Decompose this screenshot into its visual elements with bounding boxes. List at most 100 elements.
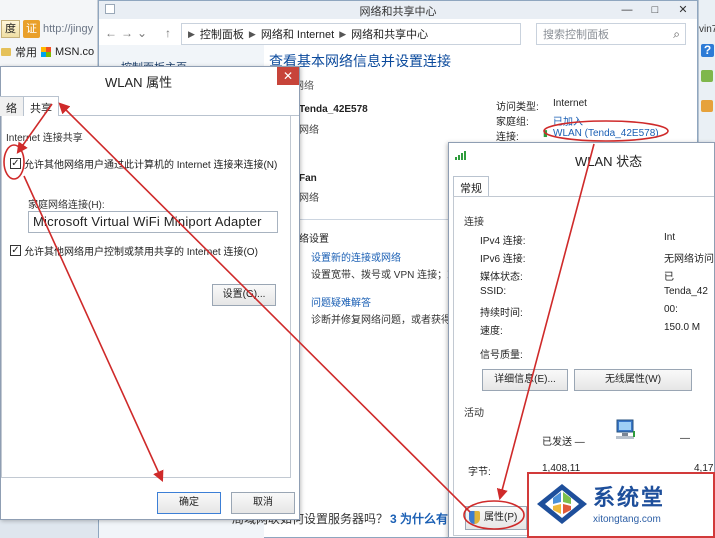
bytes-label: 字节:: [468, 467, 491, 478]
bottom-question-3[interactable]: 3 为什么有: [390, 510, 448, 527]
allow-share-label: 允许其他网络用户通过此计算机的 Internet 连接来连接(N): [24, 160, 278, 171]
help-icon[interactable]: ?: [701, 44, 714, 57]
setup-connection-link[interactable]: 设置新的连接或网络: [311, 249, 401, 264]
wlan-connection-link[interactable]: WLAN (Tenda_42E578): [553, 128, 659, 139]
sharing-panel: Internet 连接共享 ✓ 允许其他网络用户通过此计算机的 Internet…: [1, 116, 291, 478]
wifi-signal-icon: ▮: [543, 128, 548, 138]
tab-general[interactable]: 常规: [453, 176, 489, 196]
search-input[interactable]: 搜索控制面板 ⌕: [536, 23, 686, 45]
ics-group-title: Internet 连接共享: [6, 133, 83, 144]
homegroup-link[interactable]: 已加入: [553, 113, 583, 128]
app-icon: [701, 100, 713, 112]
status-row-label: IPv4 连接:: [480, 236, 526, 247]
properties-button-label: 属性(P): [484, 512, 518, 523]
wireless-properties-button[interactable]: 无线属性(W): [574, 369, 692, 391]
status-row-label: 持续时间:: [480, 308, 523, 319]
change-settings-header: 络设置: [299, 234, 329, 245]
connection-section-title: 连接: [464, 217, 484, 228]
network-name-fan: Fan: [299, 173, 317, 184]
connections-label: 连接:: [496, 132, 519, 143]
minimize-button[interactable]: —: [613, 1, 641, 19]
allow-control-row[interactable]: ✓ 允许其他网络用户控制或禁用共享的 Internet 连接(O): [10, 243, 258, 258]
close-button[interactable]: ✕: [277, 67, 299, 85]
network-type-fan: 网络: [299, 193, 319, 204]
browser-window-fragment: 度 证 http://jingy 常用 MSN.co: [0, 0, 98, 66]
received-divider: —: [680, 433, 690, 444]
status-row-value: Tenda_42: [664, 286, 708, 297]
home-connection-select[interactable]: Microsoft Virtual WiFi Miniport Adapter: [28, 211, 278, 233]
watermark-url-text: xitongtang.com: [593, 514, 661, 525]
browser-badge[interactable]: 证: [23, 20, 40, 38]
status-row-value: Int: [664, 232, 676, 243]
breadcrumb-network-center[interactable]: 网络和共享中心: [351, 26, 428, 42]
favorite-msn[interactable]: MSN.co: [55, 46, 94, 58]
allow-control-checkbox[interactable]: ✓: [10, 245, 21, 256]
close-button[interactable]: ✕: [669, 1, 697, 19]
ok-button[interactable]: 确定: [157, 492, 221, 514]
tab-networking[interactable]: 络: [0, 96, 24, 116]
watermark-chinese-text: 系统堂: [593, 486, 666, 511]
sent-label: 已发送 —: [542, 437, 585, 448]
network-name-tenda: Tenda_42E578: [299, 104, 368, 115]
browser-toolbar: 度 证 http://jingy: [0, 18, 98, 40]
msn-icon: [41, 47, 51, 57]
favorites-bar: 常用 MSN.co: [0, 42, 98, 62]
settings-button[interactable]: 设置(G)...: [212, 284, 276, 306]
breadcrumb-separator: ▶: [248, 28, 256, 39]
troubleshoot-link[interactable]: 问题疑难解答: [311, 294, 371, 309]
app-icon: [701, 70, 713, 82]
status-row-value: 无网络访问: [664, 254, 714, 265]
forward-arrow-icon[interactable]: →: [121, 26, 133, 40]
props-titlebar: WLAN 属性 ✕: [1, 67, 299, 91]
status-title: WLAN 状态: [575, 154, 643, 169]
network-computer-icon: [616, 419, 635, 439]
uac-shield-icon: [469, 511, 480, 524]
up-arrow-icon[interactable]: ↑: [165, 26, 171, 40]
allow-control-label: 允许其他网络用户控制或禁用共享的 Internet 连接(O): [24, 247, 258, 258]
access-type-label: 访问类型:: [496, 102, 539, 113]
search-icon[interactable]: ⌕: [673, 27, 680, 42]
status-row-label: SSID:: [480, 286, 507, 297]
status-row-label: 媒体状态:: [480, 272, 523, 283]
history-chevron-icon[interactable]: ⌄: [137, 26, 147, 40]
props-tabs: 络 共享: [0, 96, 299, 117]
breadcrumb-separator: ▶: [339, 28, 347, 39]
details-button[interactable]: 详细信息(E)...: [482, 369, 568, 391]
status-row-value: 00:: [664, 304, 678, 315]
breadcrumb[interactable]: ▶ 控制面板 ▶ 网络和 Internet ▶ 网络和共享中心: [181, 23, 521, 45]
properties-button[interactable]: 属性(P): [465, 506, 527, 530]
home-connection-label: 家庭网络连接(H):: [28, 200, 105, 211]
folder-icon: [1, 48, 11, 56]
back-arrow-icon[interactable]: ←: [105, 26, 117, 40]
favorite-common[interactable]: 常用: [15, 44, 37, 60]
access-type-value: Internet: [553, 98, 587, 109]
status-row-label: IPv6 连接:: [480, 254, 526, 265]
breadcrumb-control-panel[interactable]: 控制面板: [200, 26, 244, 42]
xitongtang-watermark: 系统堂 xitongtang.com: [527, 472, 715, 538]
breadcrumb-network-internet[interactable]: 网络和 Internet: [261, 26, 334, 42]
setup-connection-desc: 设置宽带、拨号或 VPN 连接；或: [311, 270, 458, 281]
allow-share-row[interactable]: ✓ 允许其他网络用户通过此计算机的 Internet 连接来连接(N): [10, 156, 277, 171]
edge-text: vin7: [699, 24, 715, 35]
nsc-window-title: 网络和共享中心: [359, 6, 437, 18]
network-type-tenda: 网络: [299, 125, 319, 136]
search-placeholder: 搜索控制面板: [543, 29, 609, 41]
homegroup-label: 家庭组:: [496, 117, 529, 128]
browser-toolbar-button[interactable]: 度: [1, 20, 20, 38]
breadcrumb-separator: ▶: [188, 28, 195, 39]
tab-sharing[interactable]: 共享: [23, 96, 59, 117]
maximize-button[interactable]: □: [641, 1, 669, 19]
nsc-navbar: ← → ⌄ ↑ ▶ 控制面板 ▶ 网络和 Internet ▶ 网络和共享中心 …: [99, 23, 697, 45]
troubleshoot-desc: 诊断并修复网络问题，或者获得疑: [311, 315, 461, 326]
status-row-value: 已: [664, 272, 674, 283]
wlan-properties-dialog: WLAN 属性 ✕ 络 共享 Internet 连接共享 ✓ 允许其他网络用户通…: [0, 66, 300, 520]
status-row-label: 速度:: [480, 326, 503, 337]
allow-share-checkbox[interactable]: ✓: [10, 158, 21, 169]
nsc-titlebar: 网络和共享中心 — □ ✕: [99, 1, 697, 19]
activity-section-title: 活动: [464, 408, 484, 419]
wifi-signal-icon: [455, 151, 466, 160]
xitongtang-logo-icon: [537, 484, 587, 524]
status-row-value: 150.0 M: [664, 322, 701, 333]
cancel-button[interactable]: 取消: [231, 492, 295, 514]
browser-address-text[interactable]: http://jingy: [43, 23, 93, 35]
